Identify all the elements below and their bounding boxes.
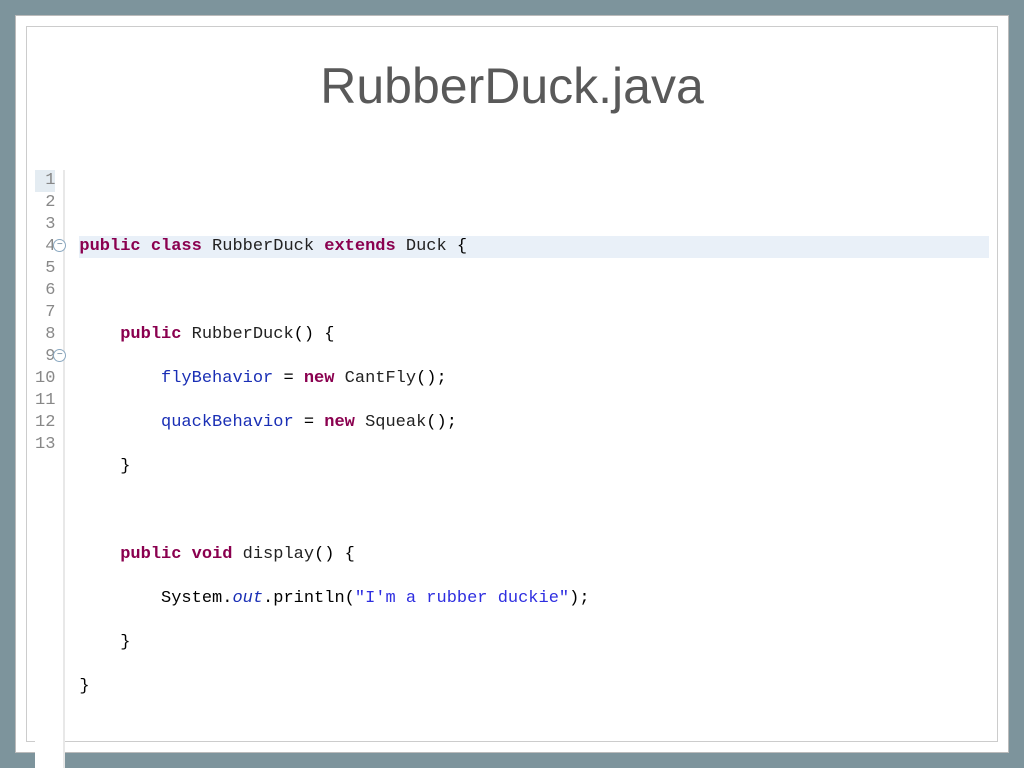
code-line — [79, 500, 989, 522]
line-number: 9− — [35, 346, 55, 368]
line-number: 12 — [35, 412, 55, 434]
line-number: 11 — [35, 390, 55, 412]
code-line — [79, 192, 989, 214]
code-line: } — [79, 632, 989, 654]
code-content: public class RubberDuck extends Duck { p… — [65, 170, 989, 768]
title-area: RubberDuck.java — [27, 27, 997, 140]
line-number: 1 — [35, 170, 55, 192]
line-number: 7 — [35, 302, 55, 324]
code-line: public void display() { — [79, 544, 989, 566]
code-line — [79, 280, 989, 302]
line-number: 5 — [35, 258, 55, 280]
line-number: 4− — [35, 236, 55, 258]
inner-frame: RubberDuck.java 1234−56789−10111213 publ… — [26, 26, 998, 742]
code-line: flyBehavior = new CantFly(); — [79, 368, 989, 390]
line-number: 3 — [35, 214, 55, 236]
code-line: quackBehavior = new Squeak(); — [79, 412, 989, 434]
code-editor: 1234−56789−10111213 public class RubberD… — [27, 170, 997, 768]
line-number: 10 — [35, 368, 55, 390]
code-line: } — [79, 676, 989, 698]
slide-frame: RubberDuck.java 1234−56789−10111213 publ… — [15, 15, 1009, 753]
line-number: 2 — [35, 192, 55, 214]
slide-title: RubberDuck.java — [27, 57, 997, 115]
code-line — [79, 720, 989, 742]
code-line: } — [79, 456, 989, 478]
line-number: 13 — [35, 434, 55, 456]
code-line: System.out.println("I'm a rubber duckie"… — [79, 588, 989, 610]
line-number-gutter: 1234−56789−10111213 — [35, 170, 65, 768]
code-line: public RubberDuck() { — [79, 324, 989, 346]
code-line: public class RubberDuck extends Duck { — [79, 236, 989, 258]
line-number: 8 — [35, 324, 55, 346]
line-number: 6 — [35, 280, 55, 302]
